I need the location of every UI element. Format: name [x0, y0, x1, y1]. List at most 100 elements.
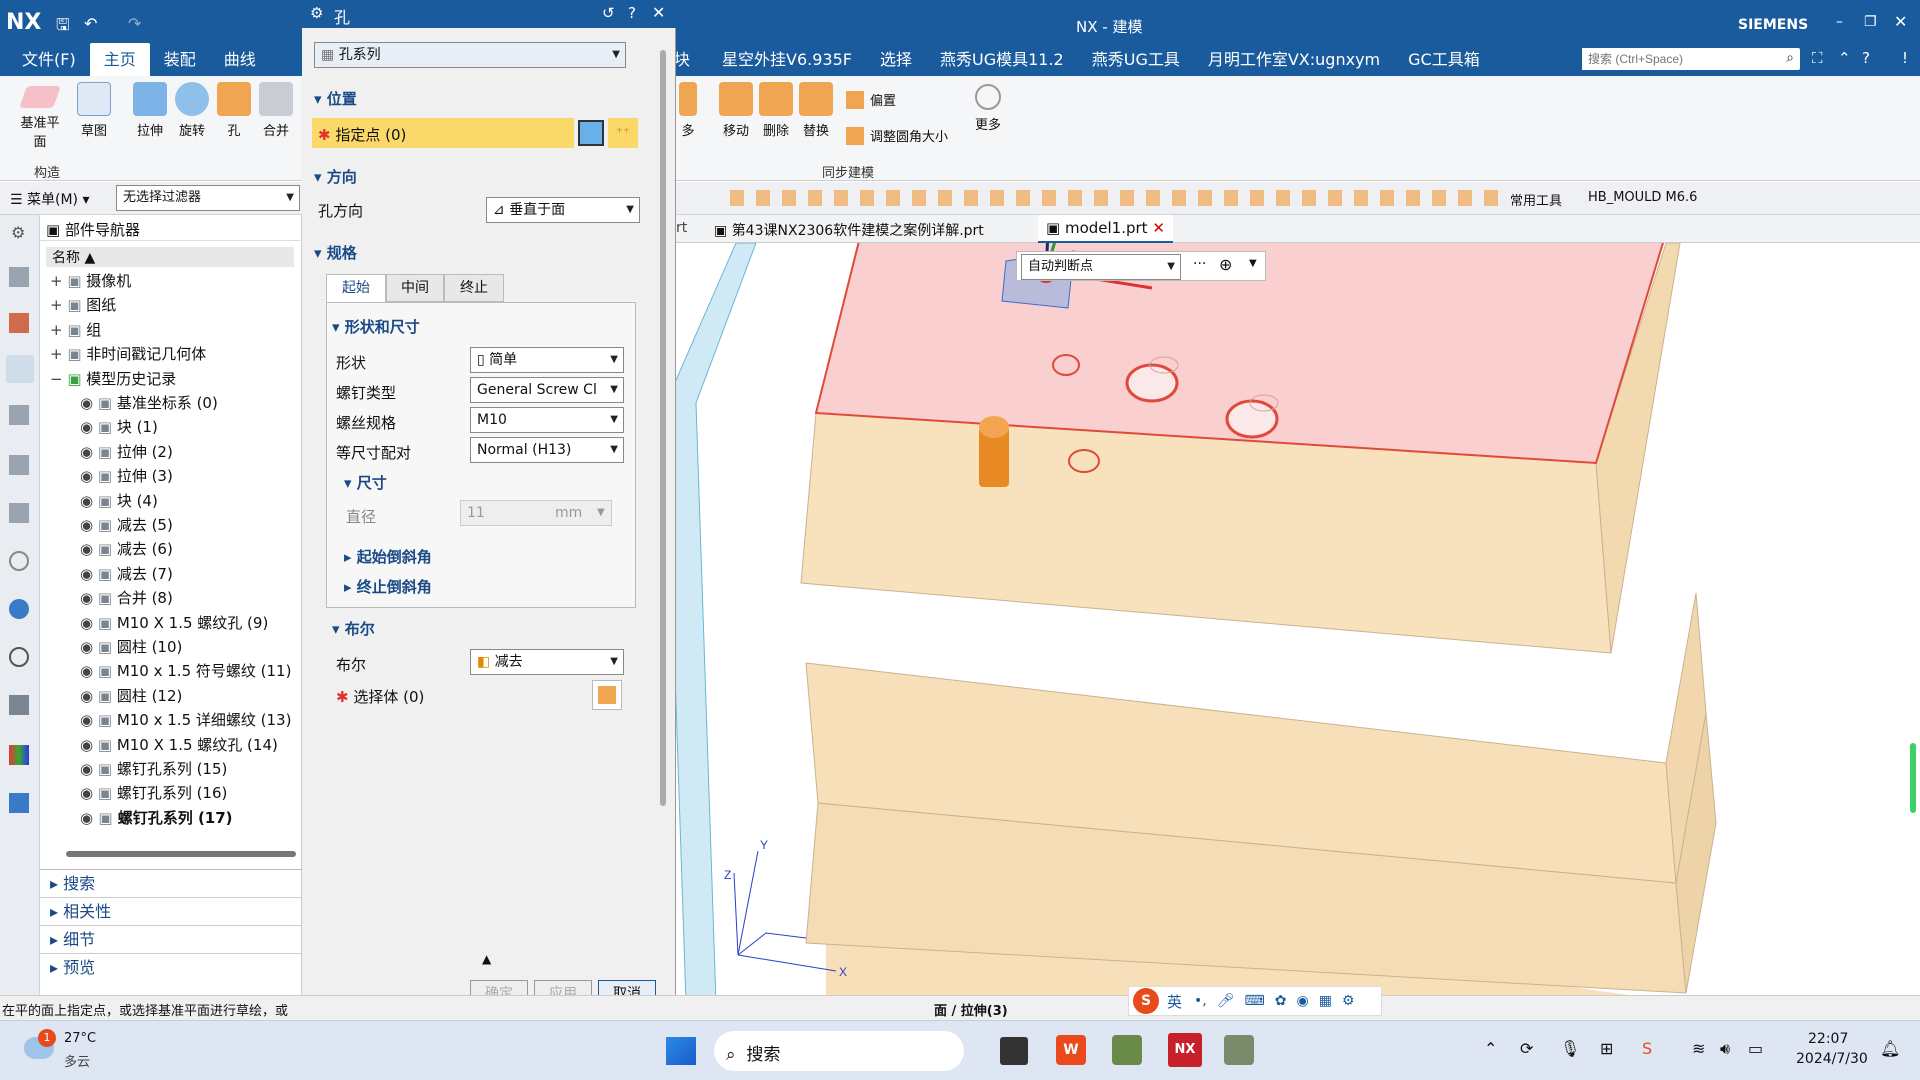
roles-icon[interactable] [9, 793, 29, 813]
restore-icon[interactable]: ❐ [1864, 14, 1877, 30]
dimension-header[interactable]: ▾ 尺寸 [344, 472, 387, 493]
tab-model1[interactable]: ▣ model1.prt ✕ [1038, 215, 1173, 243]
visibility-eye-icon[interactable]: ◉ [80, 711, 98, 729]
globe-icon[interactable] [9, 599, 29, 619]
collapse-ribbon-icon[interactable]: ⌃ [1838, 49, 1851, 67]
close-icon[interactable]: ✕ [1894, 12, 1907, 31]
visibility-eye-icon[interactable]: ◉ [80, 540, 98, 558]
sketch-section-icon[interactable] [578, 120, 604, 146]
visibility-eye-icon[interactable]: ◉ [80, 662, 98, 680]
tree-item[interactable]: ◉ ▣ M10 X 1.5 螺纹孔 (14) [80, 733, 278, 757]
more-options-icon[interactable]: ··· [1193, 256, 1206, 272]
sync-icon[interactable]: ⟳ [1520, 1039, 1533, 1058]
name-column-header[interactable]: 名称 ▲ [46, 247, 294, 267]
visibility-eye-icon[interactable]: ◉ [80, 760, 98, 778]
view-scroll-indicator[interactable] [1910, 743, 1916, 813]
tree-item[interactable]: ◉ ▣ 拉伸 (3) [80, 464, 173, 488]
visibility-eye-icon[interactable]: ◉ [80, 394, 98, 412]
snap-toolbar-icons[interactable] [730, 190, 1510, 206]
hole-button[interactable]: 孔 [210, 76, 258, 139]
tray-chevron-icon[interactable]: ⌃ [1484, 1039, 1497, 1058]
tree-item[interactable]: ◉ ▣ 合并 (8) [80, 586, 173, 610]
menu-yueming[interactable]: 月明工作室VX:ugnxym [1194, 43, 1394, 76]
dialog-close-icon[interactable]: ✕ [652, 3, 665, 22]
snap-point-select[interactable]: 自动判断点 [1021, 254, 1181, 280]
ime-tray-icon[interactable]: ⊞ [1600, 1039, 1613, 1058]
selection-filter[interactable]: 无选择过滤器 [116, 185, 300, 211]
tab-partial[interactable]: rt [676, 220, 687, 236]
game-icon[interactable]: ◉ [1296, 993, 1308, 1009]
ime-settings-icon[interactable]: ⚙ [1342, 993, 1355, 1009]
model-view[interactable]: X Y Z [676, 243, 1920, 995]
expand-icon[interactable]: + [50, 321, 67, 339]
tree-item[interactable]: ◉ ▣ 螺钉孔系列 (17) [80, 806, 233, 830]
tab-start[interactable]: 起始 [326, 274, 386, 302]
expand-icon[interactable]: + [50, 345, 67, 363]
tree-item[interactable]: ◉ ▣ 块 (1) [80, 415, 158, 439]
revolve-button[interactable]: 旋转 [168, 76, 216, 139]
end-chamfer-header[interactable]: ▸ 终止倒斜角 [344, 576, 432, 597]
undo-icon[interactable]: ↶ [84, 14, 97, 33]
tree-item[interactable]: ◉ ▣ 螺钉孔系列 (16) [80, 781, 227, 805]
tree-item[interactable]: ◉ ▣ 螺钉孔系列 (15) [80, 757, 227, 781]
side-plate[interactable] [676, 243, 757, 995]
menu-curve[interactable]: 曲线 [210, 43, 270, 76]
search-input[interactable] [1582, 48, 1772, 70]
info-icon[interactable] [9, 551, 29, 571]
sogou-tray-icon[interactable]: S [1642, 1039, 1652, 1058]
sketch-button[interactable]: 草图 [70, 76, 118, 139]
windows-start-icon[interactable] [666, 1037, 696, 1065]
part-nav-icon[interactable] [6, 355, 34, 383]
tree-item[interactable]: ◉ ▣ 基准坐标系 (0) [80, 391, 218, 415]
visibility-eye-icon[interactable]: ◉ [80, 687, 98, 705]
wps-icon[interactable]: W [1056, 1035, 1086, 1065]
notification-bell-icon[interactable]: 🔔︎ [1880, 1039, 1900, 1058]
search-pane[interactable]: ▸ 搜索 [40, 870, 302, 898]
volume-icon[interactable]: 🔊︎ [1720, 1039, 1730, 1059]
visibility-eye-icon[interactable]: ◉ [80, 443, 98, 461]
menu-assembly[interactable]: 装配 [150, 43, 210, 76]
clock-date[interactable]: 2024/7/30 [1796, 1051, 1868, 1067]
tab-lesson43[interactable]: ▣ 第43课NX2306软件建模之案例详解.prt [714, 220, 984, 240]
more-button[interactable]: 更多 [964, 76, 1012, 133]
assembly-nav-icon[interactable] [9, 267, 29, 287]
visibility-eye-icon[interactable]: ◉ [80, 614, 98, 632]
alert-icon[interactable]: ! [1902, 49, 1908, 67]
expand-icon[interactable]: + [50, 296, 67, 314]
offset-face-button[interactable]: 偏置 [846, 90, 896, 109]
replace-face-button[interactable]: 替换 [792, 76, 840, 139]
hd3d-icon[interactable] [9, 455, 29, 475]
toolbox-icon[interactable]: ▦ [1319, 993, 1332, 1009]
help-icon[interactable]: ? [1862, 49, 1870, 67]
ime-language[interactable]: 英 [1167, 991, 1182, 1012]
save-icon[interactable]: 🖫 [56, 14, 70, 41]
dialog-scrollbar[interactable] [660, 50, 666, 806]
sogou-logo-icon[interactable]: S [1133, 988, 1159, 1014]
visibility-eye-icon[interactable]: ◉ [80, 784, 98, 802]
tree-item[interactable]: ◉ ▣ 拉伸 (2) [80, 440, 173, 464]
menu-yanxiu-mould[interactable]: 燕秀UG模具11.2 [926, 43, 1078, 76]
search-icon[interactable]: ⌕ [1786, 50, 1794, 66]
visibility-eye-icon[interactable]: ◉ [80, 638, 98, 656]
dependency-pane[interactable]: ▸ 相关性 [40, 898, 302, 926]
reuse-library-icon[interactable] [9, 405, 29, 425]
nx-taskbar-icon[interactable]: NX [1168, 1033, 1202, 1067]
reset-icon[interactable]: ↺ [602, 4, 615, 22]
tree-scrollbar[interactable] [66, 851, 296, 857]
extrude-button[interactable]: 拉伸 [126, 76, 174, 139]
tree-item[interactable]: ◉ ▣ 圆柱 (10) [80, 635, 182, 659]
preview-pane[interactable]: ▸ 预览 [40, 954, 302, 982]
visibility-eye-icon[interactable]: ◉ [80, 492, 98, 510]
gear-icon[interactable]: ⚙ [11, 223, 25, 242]
crosshair-icon[interactable]: ⊕ [1219, 255, 1232, 274]
tree-item[interactable]: + ▣ 图纸 [50, 293, 116, 317]
app2-icon[interactable] [1224, 1035, 1254, 1065]
tools-icon[interactable] [9, 695, 29, 715]
tree-item[interactable]: ◉ ▣ 减去 (7) [80, 562, 173, 586]
select-body-button[interactable] [592, 680, 622, 710]
menu-gc-toolbox[interactable]: GC工具箱 [1394, 43, 1494, 76]
visibility-eye-icon[interactable]: ◉ [80, 565, 98, 583]
battery-icon[interactable]: ▭ [1748, 1039, 1763, 1058]
chevron-down-icon[interactable]: ▼ [1249, 258, 1257, 269]
tree-item[interactable]: ◉ ▣ 减去 (6) [80, 537, 173, 561]
